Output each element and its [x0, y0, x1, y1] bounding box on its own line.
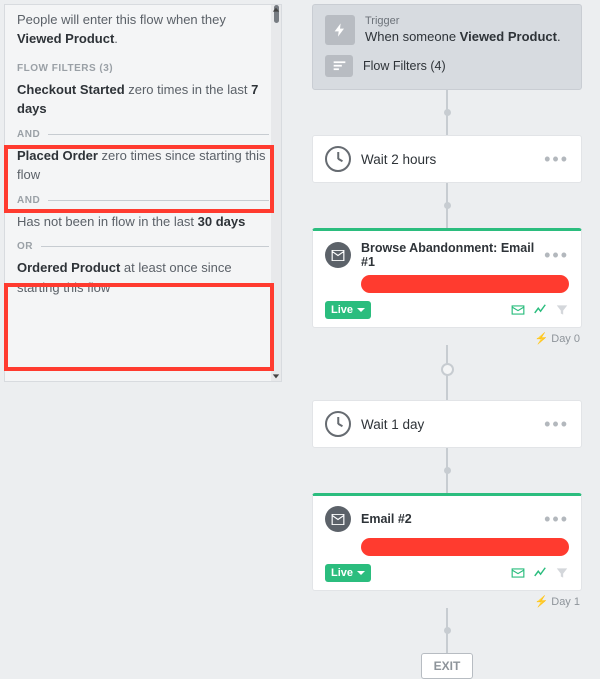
filter-list-icon: [325, 55, 353, 77]
more-icon[interactable]: •••: [544, 514, 569, 524]
status-badge[interactable]: Live: [325, 564, 371, 582]
flow-filter-4[interactable]: Ordered Product at least once since star…: [17, 258, 269, 297]
trigger-label: Trigger: [365, 15, 561, 27]
wait-text: Wait 1 day: [361, 417, 544, 432]
more-icon[interactable]: •••: [544, 154, 569, 164]
filter-icon[interactable]: [555, 303, 569, 317]
more-icon[interactable]: •••: [544, 419, 569, 429]
logic-or: OR: [17, 241, 269, 252]
analytics-icon[interactable]: [533, 303, 547, 317]
entry-text: People will enter this flow when they: [17, 12, 226, 27]
mail-status-icon[interactable]: [511, 303, 525, 317]
trigger-card[interactable]: Trigger When someone Viewed Product. Flo…: [312, 4, 582, 90]
day-label: ⚡Day 1: [312, 595, 580, 608]
sidebar-scrollbar[interactable]: [271, 5, 281, 381]
email-card[interactable]: Browse Abandonment: Email #1 ••• Live: [312, 228, 582, 328]
clock-icon: [325, 411, 351, 437]
email-title: Browse Abandonment: Email #1: [361, 241, 544, 269]
mail-status-icon[interactable]: [511, 566, 525, 580]
mail-icon: [325, 506, 351, 532]
mail-icon: [325, 242, 351, 268]
exit-node[interactable]: EXIT: [421, 653, 474, 679]
flow-entry-description: People will enter this flow when they Vi…: [17, 5, 269, 49]
trigger-text: When someone Viewed Product.: [365, 29, 561, 44]
wait-card[interactable]: Wait 1 day •••: [312, 400, 582, 448]
redacted-content: [361, 538, 569, 556]
day-label: ⚡Day 0: [312, 332, 580, 345]
entry-event: Viewed Product: [17, 31, 114, 46]
flow-filters-label: Flow Filters (4): [363, 59, 446, 73]
bolt-icon: [325, 15, 355, 45]
clock-icon: [325, 146, 351, 172]
flow-filter-2[interactable]: Placed Order zero times since starting t…: [17, 146, 269, 185]
flow-filters-chip[interactable]: Flow Filters (4): [325, 55, 569, 77]
filter-icon[interactable]: [555, 566, 569, 580]
logic-and: AND: [17, 129, 269, 140]
scroll-down-icon[interactable]: [271, 371, 281, 381]
scroll-up-icon[interactable]: [271, 5, 281, 15]
analytics-icon[interactable]: [533, 566, 547, 580]
logic-and: AND: [17, 195, 269, 206]
flow-filter-1[interactable]: Checkout Started zero times in the last …: [17, 80, 269, 119]
email-card[interactable]: Email #2 ••• Live: [312, 493, 582, 591]
status-badge[interactable]: Live: [325, 301, 371, 319]
wait-text: Wait 2 hours: [361, 152, 544, 167]
flow-config-sidebar: People will enter this flow when they Vi…: [4, 4, 282, 382]
flow-filters-heading: FLOW FILTERS (3): [17, 63, 269, 74]
redacted-content: [361, 275, 569, 293]
wait-card[interactable]: Wait 2 hours •••: [312, 135, 582, 183]
flow-canvas: Trigger When someone Viewed Product. Flo…: [282, 0, 600, 624]
email-title: Email #2: [361, 512, 544, 526]
flow-filter-3[interactable]: Has not been in flow in the last 30 days: [17, 212, 269, 232]
more-icon[interactable]: •••: [544, 250, 569, 260]
